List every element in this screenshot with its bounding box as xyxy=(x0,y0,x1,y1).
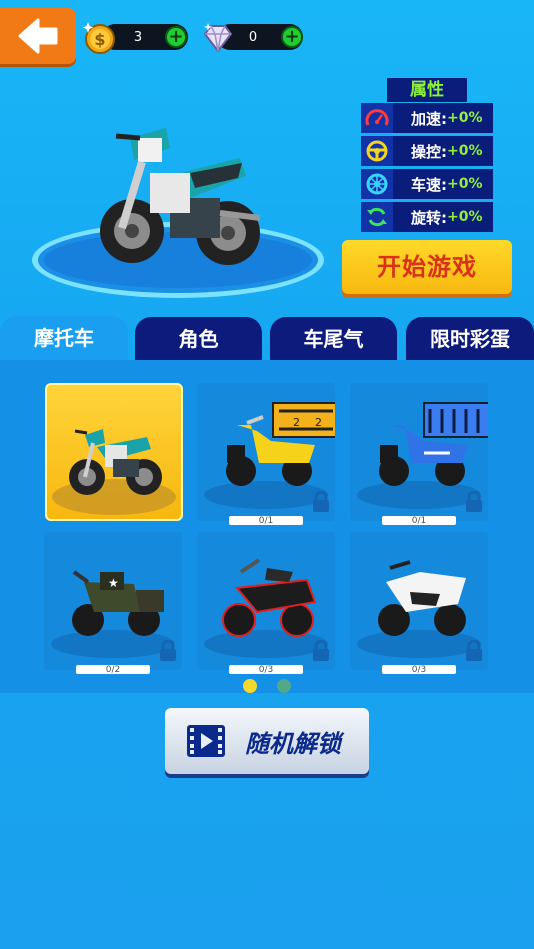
svg-text:★: ★ xyxy=(108,576,119,590)
lock-icon xyxy=(466,491,482,512)
item-slot-red-neon-bike[interactable]: 0/3 xyxy=(197,532,335,675)
gem-amount: 0 xyxy=(248,29,258,45)
page-dot-1[interactable] xyxy=(243,679,257,693)
bike-preview xyxy=(30,118,330,302)
speedometer-icon xyxy=(365,109,389,126)
back-button[interactable] xyxy=(0,8,76,64)
item-slot-military-bike[interactable]: ★ 0/2 xyxy=(44,532,182,675)
lock-icon xyxy=(160,640,176,661)
dirt-bike-image xyxy=(52,429,176,515)
start-game-button[interactable]: 开始游戏 xyxy=(342,240,512,294)
tab-limited-easter-egg[interactable]: 限时彩蛋 xyxy=(406,317,534,361)
attribute-handling: 操控: +0% xyxy=(361,136,493,166)
attribute-rotation: 旋转: +0% xyxy=(361,202,493,232)
attribute-acceleration: 加速: +0% xyxy=(361,103,493,133)
arrow-left-icon xyxy=(18,18,58,54)
item-slot-dirt-bike[interactable] xyxy=(45,383,183,521)
unlock-progress: 0/3 xyxy=(382,665,456,675)
attribute-value: +0% xyxy=(447,176,483,192)
coin-amount: 3 xyxy=(133,29,143,45)
unlock-progress: 0/3 xyxy=(229,665,303,675)
attribute-label: 车速: xyxy=(411,175,447,194)
svg-text:2: 2 xyxy=(315,416,322,429)
item-slot-yellow-scooter[interactable]: 2 2 0/1 xyxy=(197,383,340,526)
attribute-value: +0% xyxy=(447,110,483,126)
add-coins-button[interactable]: + xyxy=(165,26,187,48)
coin-counter: 3 $ + xyxy=(82,20,190,56)
item-slot-blue-scooter[interactable]: 0/1 xyxy=(350,383,495,526)
rotate-icon xyxy=(367,207,387,227)
svg-text:$: $ xyxy=(94,30,105,49)
attribute-label: 加速: xyxy=(411,109,447,128)
unlock-progress: 0/2 xyxy=(76,665,150,675)
attribute-value: +0% xyxy=(447,143,483,159)
svg-text:2: 2 xyxy=(293,416,300,429)
steering-wheel-icon xyxy=(366,140,388,162)
diamond-icon xyxy=(204,23,232,52)
add-gems-button[interactable]: + xyxy=(281,26,303,48)
wheel-icon xyxy=(366,173,388,195)
item-slot-white-sport-bike[interactable]: 0/3 xyxy=(350,532,488,675)
random-unlock-button[interactable]: 随机解锁 xyxy=(165,708,369,774)
attribute-label: 旋转: xyxy=(411,208,447,227)
coin-icon: $ xyxy=(82,22,115,54)
attribute-value: +0% xyxy=(447,209,483,225)
tab-character[interactable]: 角色 xyxy=(135,317,262,361)
lock-icon xyxy=(313,640,329,661)
tab-motorcycle[interactable]: 摩托车 xyxy=(0,316,128,364)
tab-exhaust[interactable]: 车尾气 xyxy=(270,317,397,361)
gem-counter: 0 + xyxy=(201,20,305,56)
video-icon xyxy=(187,725,225,757)
page-dot-2[interactable] xyxy=(277,679,291,693)
unlock-progress: 0/1 xyxy=(382,516,456,526)
lock-icon xyxy=(466,640,482,661)
attributes-title: 属性 xyxy=(387,78,467,102)
random-unlock-label: 随机解锁 xyxy=(245,729,341,758)
attribute-speed: 车速: +0% xyxy=(361,169,493,199)
lock-icon xyxy=(313,491,329,512)
unlock-progress: 0/1 xyxy=(229,516,303,526)
attribute-label: 操控: xyxy=(411,142,447,161)
